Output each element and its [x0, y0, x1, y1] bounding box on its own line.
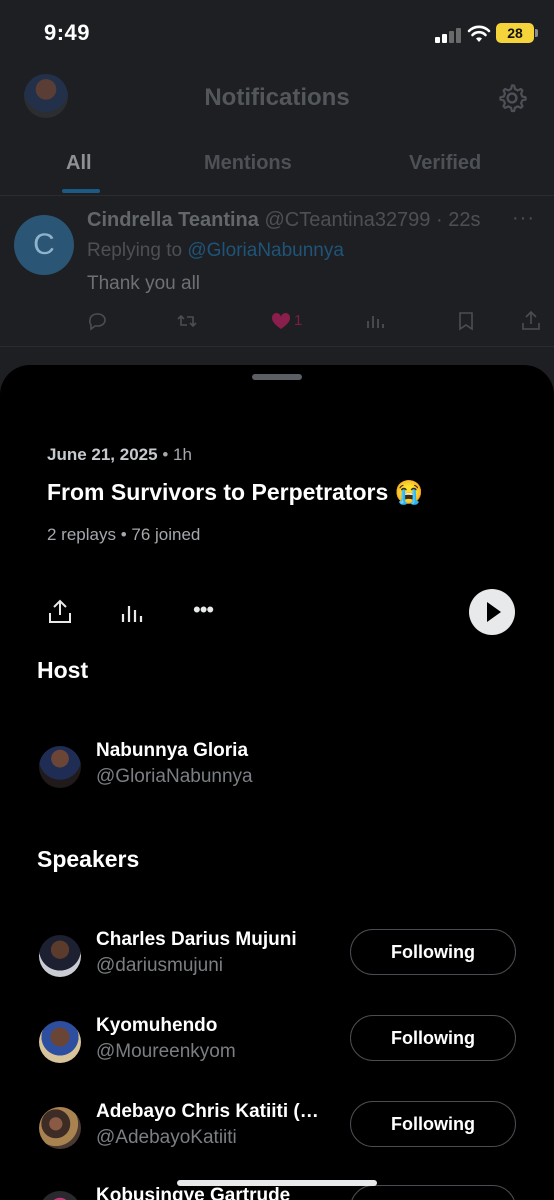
share-icon[interactable] — [520, 310, 542, 332]
tweet-text: Thank you all — [87, 273, 201, 294]
like-count: 1 — [294, 312, 303, 329]
speaker-row[interactable]: Adebayo Chris Katiiti (… @AdebayoKatiiti… — [0, 1101, 554, 1161]
heart-icon[interactable] — [270, 310, 292, 332]
speaker-avatar[interactable] — [39, 1107, 81, 1149]
views-icon[interactable] — [364, 310, 386, 332]
more-options-icon[interactable]: ••• — [193, 597, 214, 623]
host-avatar[interactable] — [39, 746, 81, 788]
host-name: Nabunnya Gloria — [96, 740, 249, 761]
following-button[interactable]: Following — [350, 929, 516, 975]
speaker-name: Kyomuhendo — [96, 1015, 218, 1036]
tweet-avatar[interactable]: C — [14, 215, 74, 275]
share-icon[interactable] — [47, 599, 73, 625]
host-handle: @GloriaNabunnya — [96, 766, 253, 787]
wifi-icon — [467, 25, 491, 42]
speaker-row[interactable]: Kobusingye Gartrude — [0, 1185, 554, 1200]
battery-icon: 28 — [496, 23, 538, 43]
tweet-author-name[interactable]: Cindrella Teantina — [87, 209, 259, 231]
speaker-name: Kobusingye Gartrude — [96, 1185, 291, 1200]
tweet-time: · 22s — [436, 209, 481, 231]
retweet-icon[interactable] — [176, 310, 198, 332]
space-stats: 2 replays • 76 joined — [47, 525, 201, 544]
replying-to-label: Replying to — [87, 240, 188, 261]
page-title: Notifications — [204, 84, 350, 111]
replying-to: Replying to @GloriaNabunnya — [87, 240, 344, 262]
space-bottom-sheet: June 21, 2025 • 1h From Survivors to Per… — [0, 365, 554, 1200]
host-row[interactable]: Nabunnya Gloria @GloriaNabunnya — [0, 740, 554, 800]
battery-level: 28 — [507, 25, 523, 41]
space-age: • 1h — [162, 445, 192, 464]
speaker-row[interactable]: Kyomuhendo @Moureenkyom Following — [0, 1015, 554, 1075]
speaker-handle: @AdebayoKatiiti — [96, 1127, 237, 1148]
speaker-name: Adebayo Chris Katiiti (… — [96, 1101, 319, 1122]
speaker-avatar[interactable] — [39, 935, 81, 977]
speaker-handle: @Moureenkyom — [96, 1041, 236, 1062]
notification-tabs: All Mentions Verified — [0, 140, 554, 196]
nav-header: Notifications — [0, 66, 554, 130]
speakers-section-title: Speakers — [37, 846, 140, 872]
analytics-icon[interactable] — [120, 599, 146, 625]
replying-to-mention[interactable]: @GloriaNabunnya — [187, 240, 344, 261]
speaker-avatar[interactable] — [39, 1021, 81, 1063]
tab-all[interactable]: All — [66, 152, 92, 175]
tab-verified[interactable]: Verified — [409, 152, 481, 175]
space-title: From Survivors to Perpetrators 😭 — [47, 479, 424, 505]
active-tab-indicator — [62, 189, 100, 193]
speaker-name: Charles Darius Mujuni — [96, 929, 297, 950]
more-options-icon[interactable]: ··· — [512, 207, 535, 230]
tweet-author-handle: @CTeantina32799 — [264, 209, 431, 231]
speaker-handle: @dariusmujuni — [96, 955, 224, 976]
gear-icon[interactable] — [496, 82, 528, 114]
sheet-grabber[interactable] — [252, 374, 302, 380]
speaker-avatar[interactable] — [39, 1191, 81, 1200]
tweet[interactable]: C Cindrella Teantina @CTeantina32799 · 2… — [0, 197, 554, 347]
space-actions: ••• — [0, 589, 554, 637]
reply-icon[interactable] — [86, 310, 108, 332]
bookmark-icon[interactable] — [455, 310, 477, 332]
tab-mentions[interactable]: Mentions — [204, 152, 292, 175]
cellular-signal-icon — [435, 27, 461, 43]
status-time: 9:49 — [44, 20, 91, 45]
space-date: June 21, 2025 • 1h — [47, 445, 192, 465]
tweet-actions: 1 — [0, 310, 554, 334]
following-button[interactable] — [350, 1185, 516, 1200]
home-indicator[interactable] — [177, 1180, 377, 1186]
status-bar: 9:49 28 — [0, 0, 554, 66]
host-section-title: Host — [37, 657, 89, 683]
space-date-value: June 21, 2025 — [47, 445, 158, 464]
tweet-avatar-letter: C — [33, 228, 55, 261]
following-button[interactable]: Following — [350, 1015, 516, 1061]
tweet-header: Cindrella Teantina @CTeantina32799 · 22s — [87, 209, 480, 232]
following-button[interactable]: Following — [350, 1101, 516, 1147]
play-recording-button[interactable] — [469, 589, 515, 635]
speaker-row[interactable]: Charles Darius Mujuni @dariusmujuni Foll… — [0, 929, 554, 989]
